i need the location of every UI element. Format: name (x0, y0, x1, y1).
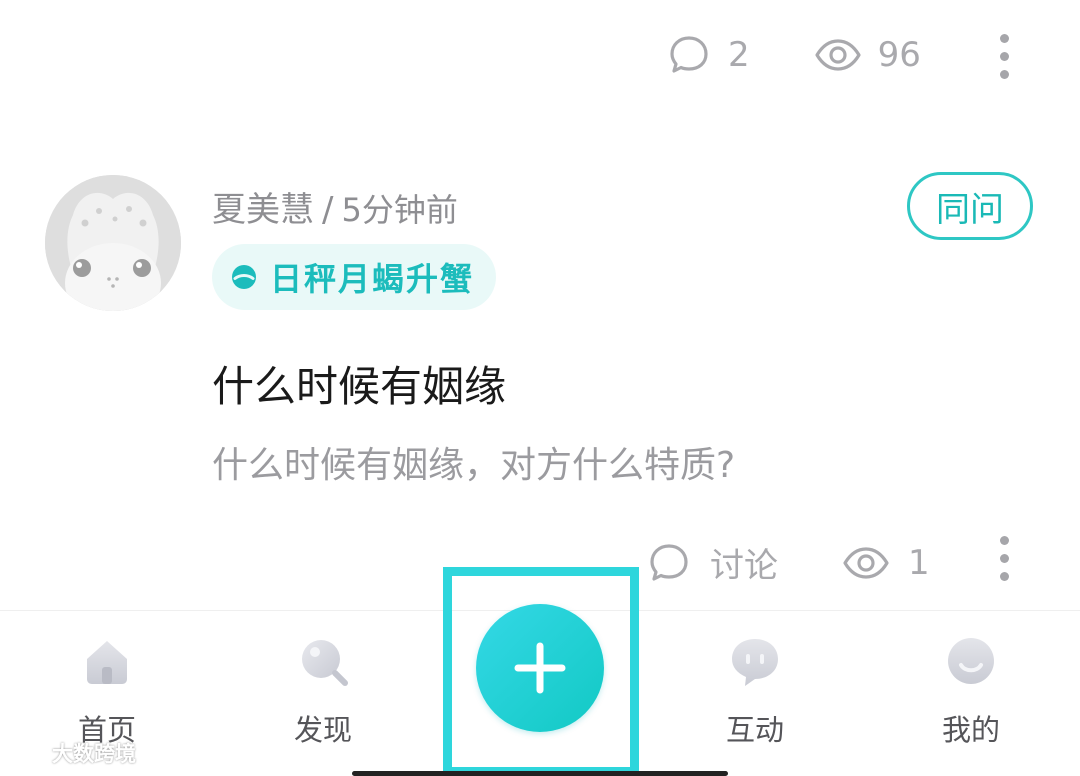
watermark-logo-icon (8, 745, 46, 761)
prev-more-button[interactable] (998, 34, 1010, 79)
discover-icon (302, 640, 348, 686)
watermark: 大数跨境 (8, 738, 136, 768)
profile-icon (948, 638, 994, 684)
same-ask-button[interactable]: 同问 (907, 172, 1033, 240)
chat-icon (732, 639, 778, 686)
astro-tag[interactable]: 日秤月蝎升蟹 (212, 244, 497, 310)
home-indicator (352, 771, 728, 776)
home-icon (87, 641, 127, 684)
eye-icon (815, 39, 861, 71)
tab-profile[interactable]: 我的 (911, 611, 1031, 776)
tab-discover-label: 发现 (293, 713, 352, 747)
tab-interact[interactable]: 互动 (695, 611, 815, 776)
post-meta: 夏美慧/5分钟前 (212, 182, 458, 231)
post-stats: 讨论 1 (648, 538, 930, 587)
avatar-illustration (45, 175, 181, 311)
highlight-frame (443, 567, 639, 776)
prev-comment-button[interactable]: 2 (668, 34, 750, 76)
prev-post-stats: 2 96 (668, 34, 921, 76)
discuss-button[interactable]: 讨论 (648, 538, 778, 587)
same-ask-label: 同问 (936, 189, 1004, 230)
post-time: 5分钟前 (341, 191, 458, 229)
username[interactable]: 夏美慧 (212, 190, 314, 230)
tab-profile-label: 我的 (941, 713, 1000, 747)
tab-interact-label: 互动 (725, 713, 784, 747)
discuss-label: 讨论 (710, 546, 778, 586)
tab-discover[interactable]: 发现 (263, 611, 383, 776)
comment-icon (670, 36, 708, 73)
astro-tag-label: 日秤月蝎升蟹 (270, 260, 475, 298)
comment-icon (650, 543, 688, 581)
avatar[interactable] (45, 175, 181, 311)
prev-view-count: 96 (877, 35, 921, 75)
post-more-button[interactable] (998, 536, 1010, 581)
post-body[interactable]: 什么时候有姻缘，对方什么特质? (212, 436, 735, 488)
post-view-count: 1 (908, 542, 930, 583)
planet-icon (232, 265, 256, 289)
watermark-text: 大数跨境 (52, 742, 136, 766)
post-views: 1 (842, 543, 930, 583)
meta-separator: / (322, 190, 334, 230)
prev-views: 96 (814, 35, 921, 75)
eye-icon (843, 546, 889, 579)
post-title[interactable]: 什么时候有姻缘 (212, 353, 506, 414)
prev-comment-count: 2 (728, 35, 750, 75)
